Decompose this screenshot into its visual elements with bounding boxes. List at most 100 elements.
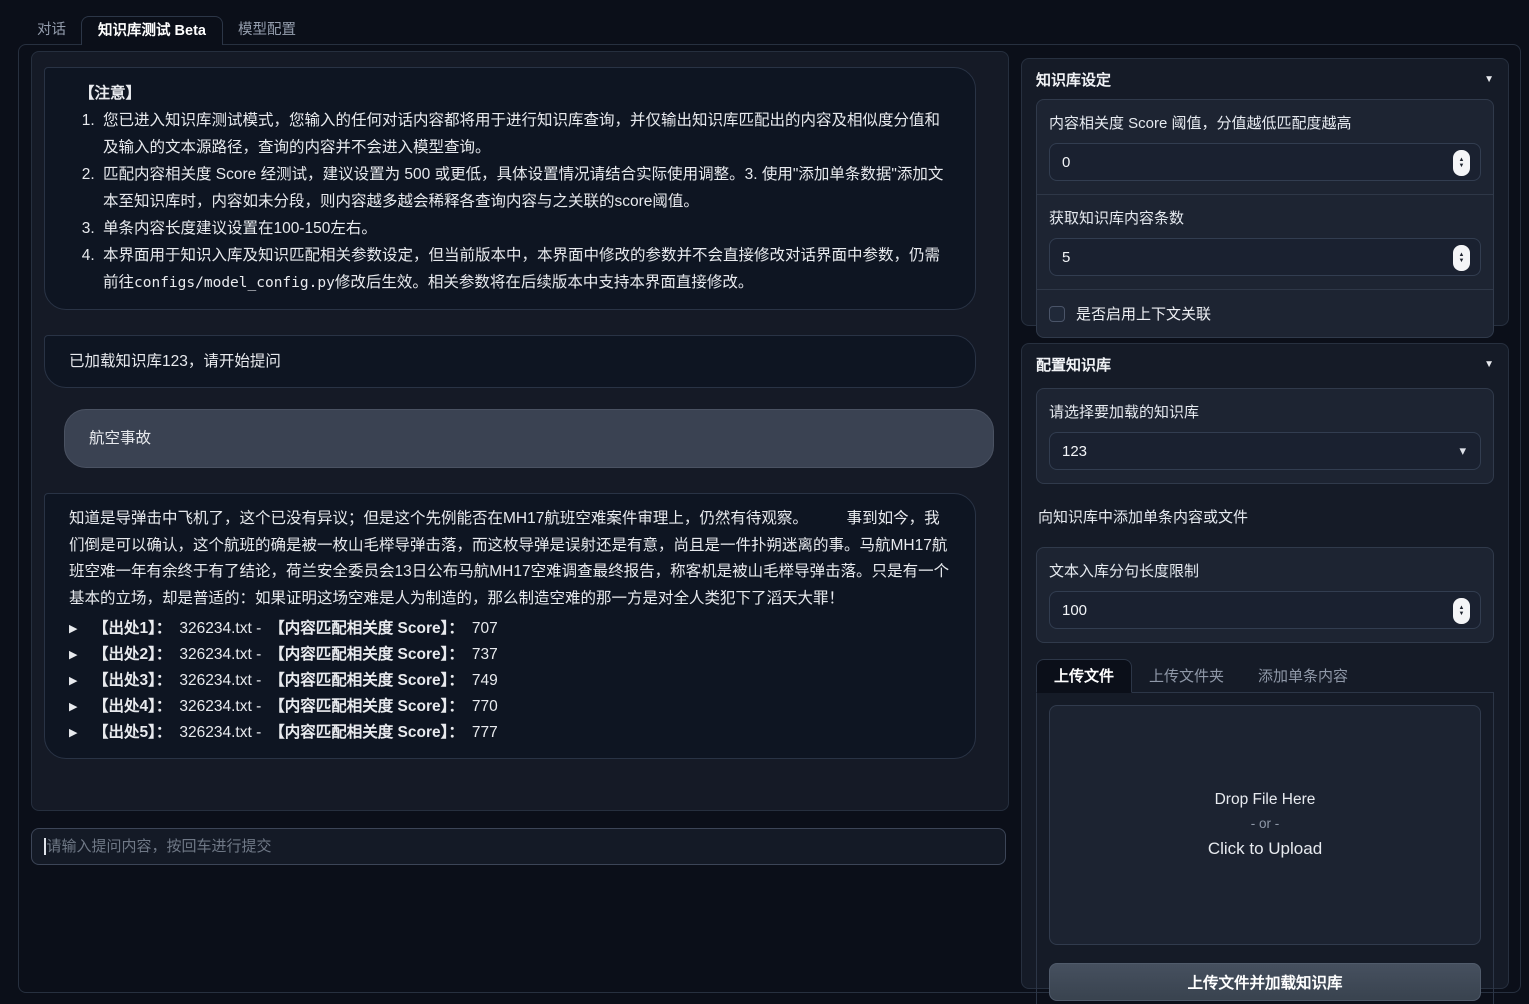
source-score-label: 【内容匹配相关度 Score】： bbox=[269, 668, 464, 694]
expand-arrow-icon: ▶ bbox=[69, 720, 93, 746]
notice-code-path: configs/model_config.py bbox=[134, 275, 335, 291]
dropzone-line2: Click to Upload bbox=[1208, 836, 1322, 862]
source-score: 707 bbox=[472, 616, 498, 642]
notice-title: 【注意】 bbox=[79, 80, 951, 107]
accordion-collapse-icon: ▼ bbox=[1484, 74, 1494, 85]
query-input[interactable] bbox=[47, 838, 994, 855]
answer-text: 知道是导弹击中飞机了，这个已没有异议；但是这个先例能否在MH17航班空难案件审理… bbox=[69, 506, 951, 612]
notice-item-text: 修改后生效。相关参数将在后续版本中支持本界面直接修改。 bbox=[335, 274, 754, 291]
source-score: 770 bbox=[472, 694, 498, 720]
kb-select-label: 请选择要加载的知识库 bbox=[1049, 401, 1481, 422]
context-checkbox[interactable] bbox=[1049, 306, 1065, 322]
source-file: 326234.txt - bbox=[179, 668, 261, 694]
tab-model-config[interactable]: 模型配置 bbox=[223, 16, 311, 45]
tab-content-panel: 【注意】 您已进入知识库测试模式，您输入的任何对话内容都将用于进行知识库查询，并… bbox=[18, 44, 1521, 993]
chat-message-bot-notice: 【注意】 您已进入知识库测试模式，您输入的任何对话内容都将用于进行知识库查询，并… bbox=[44, 67, 976, 310]
source-expander[interactable]: ▶ 【出处5】： 326234.txt - 【内容匹配相关度 Score】： 7… bbox=[69, 720, 951, 746]
kb-settings-group: 内容相关度 Score 阈值，分值越低匹配度越高 0 ▲▼ 获取知识库内容条数 … bbox=[1036, 99, 1494, 338]
chat-message-bot-loaded: 已加载知识库123，请开始提问 bbox=[44, 335, 976, 388]
upload-and-load-kb-button[interactable]: 上传文件并加载知识库 bbox=[1049, 963, 1481, 1001]
expand-arrow-icon: ▶ bbox=[69, 694, 93, 720]
sentence-size-label: 文本入库分句长度限制 bbox=[1049, 560, 1481, 581]
score-threshold-value: 0 bbox=[1062, 154, 1070, 171]
number-spinner[interactable]: ▲▼ bbox=[1453, 598, 1470, 624]
source-label: 【出处1】： bbox=[93, 616, 171, 642]
source-list: ▶ 【出处1】： 326234.txt - 【内容匹配相关度 Score】： 7… bbox=[69, 616, 951, 746]
spinner-down-icon[interactable]: ▼ bbox=[1459, 611, 1465, 617]
spinner-down-icon[interactable]: ▼ bbox=[1459, 258, 1465, 264]
topk-label: 获取知识库内容条数 bbox=[1049, 207, 1481, 228]
accordion-title: 配置知识库 bbox=[1036, 354, 1111, 375]
text-cursor bbox=[44, 838, 46, 855]
upload-tabbar: 上传文件 上传文件夹 添加单条内容 bbox=[1036, 659, 1494, 693]
source-label: 【出处3】： bbox=[93, 668, 171, 694]
top-tabbar: 对话 知识库测试 Beta 模型配置 bbox=[22, 16, 311, 45]
source-expander[interactable]: ▶ 【出处4】： 326234.txt - 【内容匹配相关度 Score】： 7… bbox=[69, 694, 951, 720]
topk-value: 5 bbox=[1062, 249, 1070, 266]
score-threshold-input[interactable]: 0 ▲▼ bbox=[1049, 143, 1481, 181]
notice-list: 您已进入知识库测试模式，您输入的任何对话内容都将用于进行知识库查询，并仅输出知识… bbox=[69, 107, 951, 297]
source-score-label: 【内容匹配相关度 Score】： bbox=[269, 616, 464, 642]
chat-message-bot-answer: 知道是导弹击中飞机了，这个已没有异议；但是这个先例能否在MH17航班空难案件审理… bbox=[44, 493, 976, 759]
tab-upload-folder[interactable]: 上传文件夹 bbox=[1132, 660, 1241, 692]
tab-dialog[interactable]: 对话 bbox=[22, 16, 81, 45]
source-score-label: 【内容匹配相关度 Score】： bbox=[269, 720, 464, 746]
notice-item: 您已进入知识库测试模式，您输入的任何对话内容都将用于进行知识库查询，并仅输出知识… bbox=[99, 107, 951, 161]
source-file: 326234.txt - bbox=[179, 694, 261, 720]
source-label: 【出处5】： bbox=[93, 720, 171, 746]
expand-arrow-icon: ▶ bbox=[69, 642, 93, 668]
number-spinner[interactable]: ▲▼ bbox=[1453, 245, 1470, 271]
dropzone-or: - or - bbox=[1251, 812, 1280, 836]
sentence-size-input[interactable]: 100 ▲▼ bbox=[1049, 591, 1481, 629]
accordion-kb-settings: 知识库设定 ▼ 内容相关度 Score 阈值，分值越低匹配度越高 0 ▲▼ 获取… bbox=[1021, 58, 1509, 326]
upload-tab-panel: Drop File Here - or - Click to Upload 上传… bbox=[1036, 693, 1494, 1004]
kb-select-value: 123 bbox=[1062, 443, 1087, 460]
dropdown-caret-icon: ▾ bbox=[1459, 443, 1466, 459]
source-label: 【出处2】： bbox=[93, 642, 171, 668]
context-checkbox-row[interactable]: 是否启用上下文关联 bbox=[1037, 289, 1493, 337]
source-label: 【出处4】： bbox=[93, 694, 171, 720]
kb-select-section: 请选择要加载的知识库 123 ▾ bbox=[1037, 389, 1493, 483]
context-checkbox-label: 是否启用上下文关联 bbox=[1076, 303, 1211, 324]
accordion-header-kb-settings[interactable]: 知识库设定 ▼ bbox=[1036, 59, 1494, 99]
source-score-label: 【内容匹配相关度 Score】： bbox=[269, 694, 464, 720]
accordion-title: 知识库设定 bbox=[1036, 69, 1111, 90]
tab-upload-file[interactable]: 上传文件 bbox=[1036, 659, 1132, 693]
topk-input[interactable]: 5 ▲▼ bbox=[1049, 238, 1481, 276]
topk-section: 获取知识库内容条数 5 ▲▼ bbox=[1037, 194, 1493, 289]
source-file: 326234.txt - bbox=[179, 720, 261, 746]
tab-kb-test[interactable]: 知识库测试 Beta bbox=[81, 16, 223, 45]
add-content-label: 向知识库中添加单条内容或文件 bbox=[1038, 506, 1492, 527]
sentence-size-value: 100 bbox=[1062, 602, 1087, 619]
source-score: 777 bbox=[472, 720, 498, 746]
source-expander[interactable]: ▶ 【出处2】： 326234.txt - 【内容匹配相关度 Score】： 7… bbox=[69, 642, 951, 668]
file-dropzone[interactable]: Drop File Here - or - Click to Upload bbox=[1049, 705, 1481, 945]
accordion-header-kb-config[interactable]: 配置知识库 ▼ bbox=[1036, 344, 1494, 384]
notice-item: 匹配内容相关度 Score 经测试，建议设置为 500 或更低，具体设置情况请结… bbox=[99, 161, 951, 215]
source-file: 326234.txt - bbox=[179, 616, 261, 642]
accordion-kb-config: 配置知识库 ▼ 请选择要加载的知识库 123 ▾ 向知识库中添加单条内容或文件 … bbox=[1021, 343, 1509, 989]
expand-arrow-icon: ▶ bbox=[69, 616, 93, 642]
source-file: 326234.txt - bbox=[179, 642, 261, 668]
spinner-down-icon[interactable]: ▼ bbox=[1459, 163, 1465, 169]
query-input-container bbox=[31, 828, 1006, 865]
chat-message-user: 航空事故 bbox=[64, 409, 994, 468]
source-score-label: 【内容匹配相关度 Score】： bbox=[269, 642, 464, 668]
score-threshold-section: 内容相关度 Score 阈值，分值越低匹配度越高 0 ▲▼ bbox=[1037, 100, 1493, 194]
expand-arrow-icon: ▶ bbox=[69, 668, 93, 694]
score-threshold-label: 内容相关度 Score 阈值，分值越低匹配度越高 bbox=[1049, 112, 1481, 133]
app-root: 对话 知识库测试 Beta 模型配置 【注意】 您已进入知识库测试模式，您输入的… bbox=[0, 0, 1529, 1004]
kb-select-dropdown[interactable]: 123 ▾ bbox=[1049, 432, 1481, 470]
kb-select-group: 请选择要加载的知识库 123 ▾ bbox=[1036, 388, 1494, 484]
source-expander[interactable]: ▶ 【出处3】： 326234.txt - 【内容匹配相关度 Score】： 7… bbox=[69, 668, 951, 694]
sentence-size-group: 文本入库分句长度限制 100 ▲▼ bbox=[1036, 547, 1494, 643]
source-score: 749 bbox=[472, 668, 498, 694]
accordion-collapse-icon: ▼ bbox=[1484, 359, 1494, 370]
chatbot-window: 【注意】 您已进入知识库测试模式，您输入的任何对话内容都将用于进行知识库查询，并… bbox=[31, 51, 1009, 811]
source-score: 737 bbox=[472, 642, 498, 668]
tab-add-single-content[interactable]: 添加单条内容 bbox=[1241, 660, 1365, 692]
source-expander[interactable]: ▶ 【出处1】： 326234.txt - 【内容匹配相关度 Score】： 7… bbox=[69, 616, 951, 642]
number-spinner[interactable]: ▲▼ bbox=[1453, 150, 1470, 176]
notice-item: 本界面用于知识入库及知识匹配相关参数设定，但当前版本中，本界面中修改的参数并不会… bbox=[99, 242, 951, 297]
notice-item: 单条内容长度建议设置在100-150左右。 bbox=[99, 215, 951, 242]
